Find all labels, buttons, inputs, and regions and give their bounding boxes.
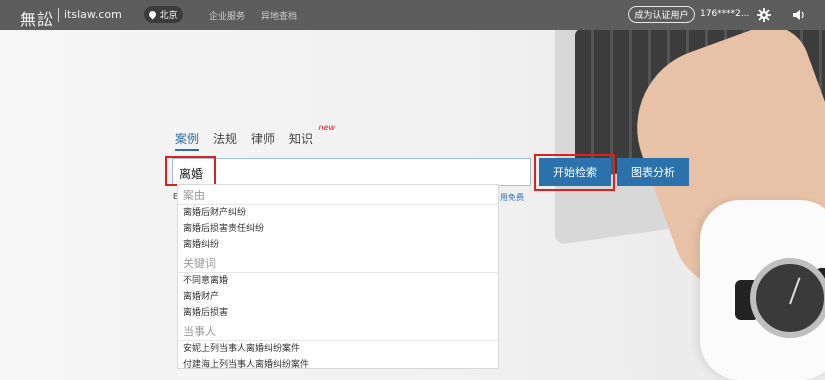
gear-icon[interactable]: [757, 8, 771, 22]
city-label: 北京: [159, 11, 178, 21]
suggestion-item[interactable]: 离婚后损害: [178, 305, 498, 321]
new-badge: new: [318, 123, 336, 132]
tab-lawyers[interactable]: 律师: [251, 130, 275, 151]
speaker-icon[interactable]: [792, 9, 806, 21]
tab-laws[interactable]: 法规: [213, 130, 237, 151]
search-type-tabs: 案例 法规 律师 知识 new: [175, 123, 335, 151]
logo-divider: [58, 8, 59, 22]
suggestion-item[interactable]: 付建海上列当事人离婚纠纷案件: [178, 357, 498, 368]
tab-cases[interactable]: 案例: [175, 130, 200, 151]
suggestion-item[interactable]: 安妮上列当事人离婚纠纷案件: [178, 341, 498, 357]
location-pin-icon: [148, 9, 158, 20]
suggestion-item[interactable]: 离婚后损害责任纠纷: [178, 221, 498, 237]
button-highlight-box: [534, 154, 615, 191]
chart-analysis-button[interactable]: 图表分析: [617, 158, 689, 186]
city-selector[interactable]: 北京: [144, 6, 183, 23]
input-highlight-box: [165, 156, 216, 186]
user-account[interactable]: 176****2...: [700, 9, 750, 19]
suggestion-item[interactable]: 离婚财产: [178, 289, 498, 305]
suggestion-item[interactable]: 离婚纠纷: [178, 237, 498, 253]
group-title-keywords: 关键词: [178, 253, 498, 273]
top-bar: 無訟 itslaw.com 北京 企业服务 异地查档 成为认证用户 176***…: [0, 0, 825, 30]
nav-enterprise[interactable]: 企业服务: [209, 9, 245, 22]
nav-remote-archive[interactable]: 异地查档: [261, 9, 297, 22]
watch-image: [750, 258, 825, 338]
search-input[interactable]: 离婚: [172, 158, 531, 186]
site-name[interactable]: itslaw.com: [64, 8, 122, 21]
hint-link-right[interactable]: 用免费: [500, 192, 524, 203]
suggestion-item[interactable]: 不同意离婚: [178, 273, 498, 289]
tab-knowledge-label: 知识: [289, 132, 314, 146]
tab-knowledge[interactable]: 知识 new: [289, 123, 335, 151]
group-title-cause: 案由: [178, 185, 498, 205]
suggestion-dropdown: 案由 离婚后财产纠纷 离婚后损害责任纠纷 离婚纠纷 关键词 不同意离婚 离婚财产…: [177, 184, 499, 369]
group-title-parties: 当事人: [178, 321, 498, 341]
logo[interactable]: 無訟: [20, 6, 54, 30]
suggestion-item[interactable]: 离婚后财产纠纷: [178, 205, 498, 221]
certify-user-button[interactable]: 成为认证用户: [628, 6, 695, 23]
